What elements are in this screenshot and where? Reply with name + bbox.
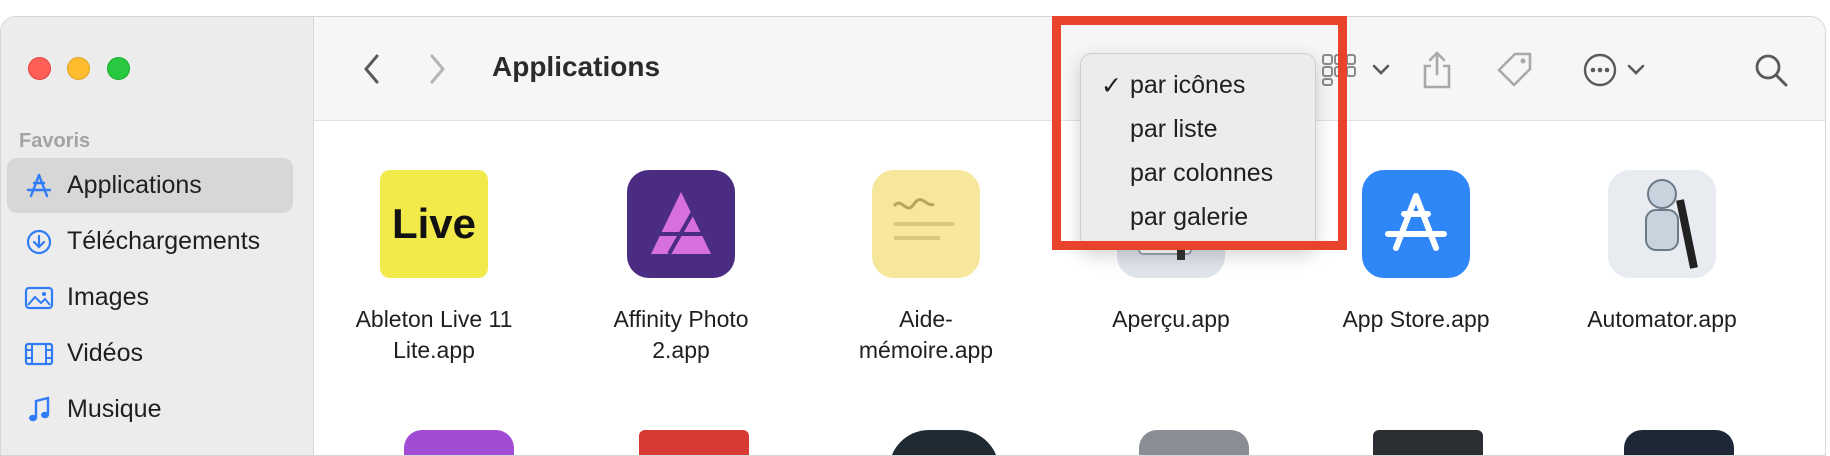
close-button[interactable] [28, 57, 51, 80]
chevron-right-icon [430, 54, 445, 84]
sidebar-item-label: Images [67, 283, 149, 311]
applications-icon [7, 172, 61, 200]
app-name: Affinity Photo 2.app [613, 306, 749, 363]
app-item-partial[interactable] [404, 430, 514, 455]
highlight-box [1052, 16, 1347, 250]
app-item-automator[interactable]: Automator.app [1552, 170, 1772, 335]
sidebar-item-label: Musique [67, 395, 162, 423]
folder-item-partial[interactable] [1373, 430, 1483, 455]
search-button[interactable] [1746, 45, 1796, 95]
sidebar-section-favorites: Favoris [19, 130, 91, 152]
app-item-aide-memoire[interactable]: Aide-mémoire.app [816, 170, 1036, 366]
chevron-left-icon [364, 54, 379, 84]
forward-button[interactable] [419, 51, 455, 87]
minimize-button[interactable] [67, 57, 90, 80]
app-item-ableton[interactable]: Live Ableton Live 11 Lite.app [324, 170, 544, 366]
app-name: Aide-mémoire.app [858, 306, 994, 363]
zoom-button[interactable] [107, 57, 130, 80]
chevron-down-icon [1372, 64, 1390, 75]
app-item-partial[interactable] [889, 430, 999, 455]
stickies-icon [872, 170, 980, 278]
sidebar: Favoris Applications Téléchargements Ima… [1, 17, 314, 455]
tag-button[interactable] [1490, 45, 1540, 95]
app-name: Automator.app [1587, 306, 1737, 332]
app-item-partial[interactable] [1624, 430, 1734, 455]
sidebar-item-videos[interactable]: Vidéos [7, 326, 293, 381]
automator-icon [1608, 170, 1716, 278]
sidebar-item-images[interactable]: Images [7, 270, 293, 325]
tag-icon [1497, 52, 1532, 87]
more-actions-chevron[interactable] [1611, 45, 1661, 95]
app-store-icon [1362, 170, 1470, 278]
finder-window: Favoris Applications Téléchargements Ima… [0, 16, 1826, 456]
app-name: Ableton Live 11 Lite.app [355, 306, 513, 363]
share-button[interactable] [1412, 45, 1462, 95]
sidebar-item-label: Téléchargements [67, 227, 261, 255]
search-icon [1755, 54, 1788, 87]
images-icon [7, 285, 61, 311]
window-title: Applications [492, 51, 661, 82]
chevron-down-icon [1627, 64, 1645, 75]
back-button[interactable] [354, 51, 390, 87]
videos-icon [7, 341, 61, 367]
downloads-icon [7, 228, 61, 256]
ableton-live-icon: Live [380, 170, 488, 278]
sidebar-item-label: Vidéos [67, 339, 143, 367]
view-mode-chevron[interactable] [1356, 45, 1406, 95]
affinity-photo-icon [627, 170, 735, 278]
app-item-partial[interactable] [1139, 430, 1249, 455]
sidebar-item-label: Applications [67, 171, 202, 199]
app-item-affinity-photo[interactable]: Affinity Photo 2.app [571, 170, 791, 366]
app-name: App Store.app [1342, 306, 1490, 332]
sidebar-item-applications[interactable]: Applications [7, 158, 293, 213]
share-icon [1423, 51, 1451, 89]
app-name: Aperçu.app [1112, 306, 1230, 332]
sidebar-item-music[interactable]: Musique [7, 382, 293, 437]
folder-item-partial[interactable] [639, 430, 749, 455]
music-icon [7, 395, 61, 424]
sidebar-item-downloads[interactable]: Téléchargements [7, 214, 293, 269]
